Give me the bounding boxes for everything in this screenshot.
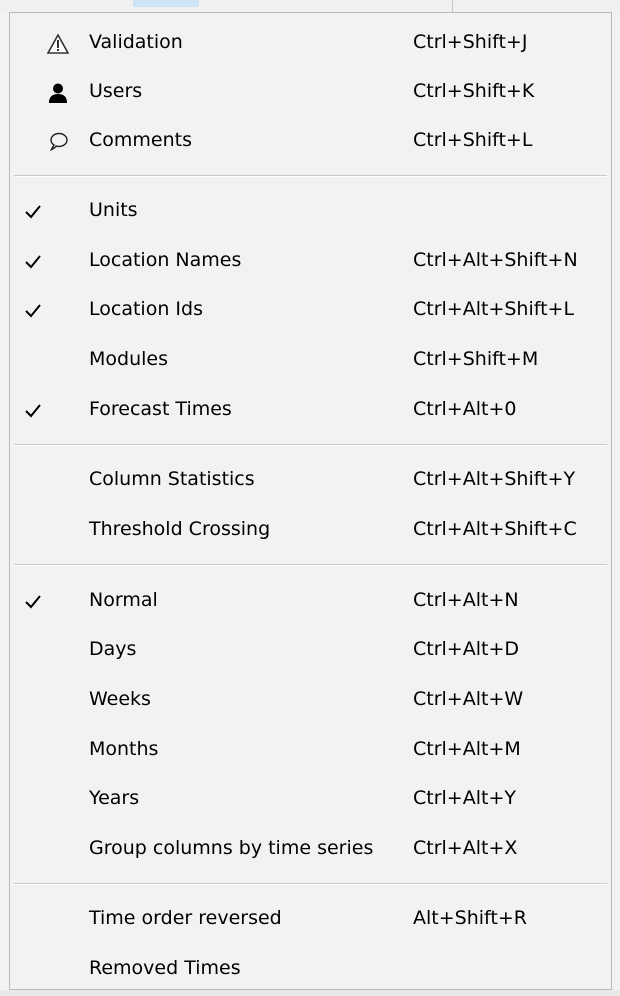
menu-item-label: Years <box>89 787 140 809</box>
menu-item-shortcut: Ctrl+Alt+X <box>413 837 518 859</box>
background-divider <box>452 0 453 12</box>
menu-item-users[interactable]: Users Ctrl+Shift+K <box>10 72 611 112</box>
context-menu: Validation Ctrl+Shift+J Users Ctrl+Shift… <box>9 12 612 990</box>
menu-item-label: Weeks <box>89 688 151 710</box>
menu-item-label: Location Names <box>89 249 242 271</box>
menu-item-normal[interactable]: Normal Ctrl+Alt+N <box>10 581 611 621</box>
menu-item-location-ids[interactable]: Location Ids Ctrl+Alt+Shift+L <box>10 290 611 330</box>
menu-item-label: Comments <box>89 129 192 151</box>
menu-item-shortcut: Ctrl+Alt+Y <box>413 787 516 809</box>
menu-item-shortcut: Ctrl+Alt+W <box>413 688 524 710</box>
checkmark-icon <box>22 201 46 223</box>
menu-item-years[interactable]: Years Ctrl+Alt+Y <box>10 779 611 819</box>
background-window-strip-bottom <box>0 990 620 996</box>
menu-item-label: Normal <box>89 589 158 611</box>
checkmark-icon <box>22 251 46 273</box>
menu-item-shortcut: Ctrl+Alt+Shift+C <box>413 518 577 540</box>
menu-item-shortcut: Ctrl+Alt+Shift+N <box>413 249 578 271</box>
menu-item-label: Modules <box>89 348 168 370</box>
menu-item-shortcut: Ctrl+Shift+J <box>413 31 528 53</box>
menu-item-column-statistics[interactable]: Column Statistics Ctrl+Alt+Shift+Y <box>10 460 611 500</box>
menu-item-modules[interactable]: Modules Ctrl+Shift+M <box>10 340 611 380</box>
menu-item-shortcut: Ctrl+Alt+Shift+Y <box>413 468 576 490</box>
menu-separator <box>14 564 607 566</box>
menu-item-label: Users <box>89 80 143 102</box>
menu-item-shortcut: Ctrl+Alt+0 <box>413 398 517 420</box>
menu-item-label: Forecast Times <box>89 398 232 420</box>
menu-item-shortcut: Ctrl+Alt+N <box>413 589 519 611</box>
menu-item-comments[interactable]: Comments Ctrl+Shift+L <box>10 121 611 161</box>
checkmark-icon <box>22 400 46 422</box>
menu-separator <box>14 444 607 446</box>
menu-item-label: Removed Times <box>89 957 241 979</box>
menu-item-shortcut: Ctrl+Shift+M <box>413 348 539 370</box>
menu-item-shortcut: Ctrl+Alt+D <box>413 638 520 660</box>
menu-item-shortcut: Alt+Shift+R <box>413 907 527 929</box>
menu-item-weeks[interactable]: Weeks Ctrl+Alt+W <box>10 680 611 720</box>
menu-item-validation[interactable]: Validation Ctrl+Shift+J <box>10 23 611 63</box>
background-tab-highlight <box>133 0 199 7</box>
menu-item-threshold-crossing[interactable]: Threshold Crossing Ctrl+Alt+Shift+C <box>10 510 611 550</box>
menu-item-shortcut: Ctrl+Shift+L <box>413 129 533 151</box>
menu-separator <box>14 883 607 885</box>
speech-bubble-icon <box>46 130 70 154</box>
menu-item-label: Location Ids <box>89 298 203 320</box>
menu-item-shortcut: Ctrl+Alt+Shift+L <box>413 298 575 320</box>
menu-item-label: Column Statistics <box>89 468 255 490</box>
menu-item-label: Units <box>89 199 138 221</box>
checkmark-icon <box>22 300 46 322</box>
menu-item-label: Time order reversed <box>89 907 282 929</box>
menu-item-label: Months <box>89 738 159 760</box>
menu-item-label: Validation <box>89 31 183 53</box>
menu-separator <box>14 175 607 177</box>
menu-item-time-order-reversed[interactable]: Time order reversed Alt+Shift+R <box>10 899 611 939</box>
menu-item-label: Threshold Crossing <box>89 518 271 540</box>
menu-item-forecast-times[interactable]: Forecast Times Ctrl+Alt+0 <box>10 390 611 430</box>
menu-item-removed-times[interactable]: Removed Times <box>10 949 611 989</box>
menu-item-group-columns-by-time-series[interactable]: Group columns by time series Ctrl+Alt+X <box>10 829 611 869</box>
menu-item-days[interactable]: Days Ctrl+Alt+D <box>10 630 611 670</box>
checkmark-icon <box>22 591 46 613</box>
menu-item-units[interactable]: Units <box>10 191 611 231</box>
menu-item-shortcut: Ctrl+Alt+M <box>413 738 521 760</box>
warning-triangle-icon <box>46 32 70 56</box>
menu-item-months[interactable]: Months Ctrl+Alt+M <box>10 730 611 770</box>
background-window-strip <box>0 0 620 12</box>
menu-item-label: Days <box>89 638 137 660</box>
menu-item-label: Group columns by time series <box>89 837 374 859</box>
user-icon <box>46 81 70 105</box>
menu-item-location-names[interactable]: Location Names Ctrl+Alt+Shift+N <box>10 241 611 281</box>
menu-item-shortcut: Ctrl+Shift+K <box>413 80 535 102</box>
